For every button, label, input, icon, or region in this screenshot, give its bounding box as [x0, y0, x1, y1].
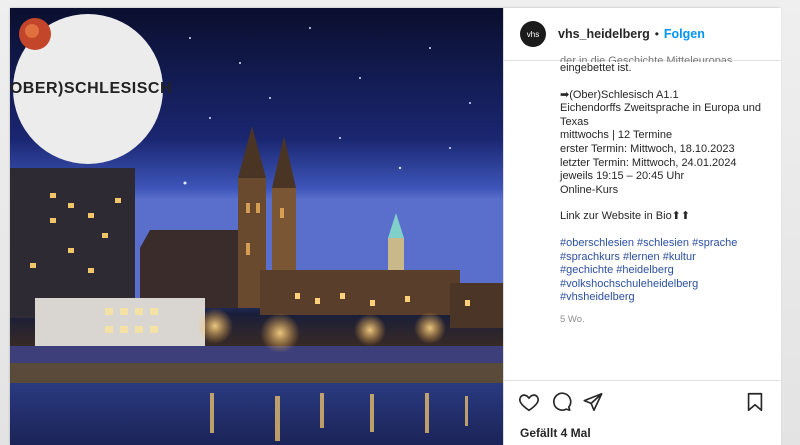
- post-sidebar: vhs vhs_heidelberg • Folgen der in die G…: [503, 8, 781, 445]
- username-link[interactable]: vhs_heidelberg: [558, 27, 650, 41]
- action-bar: [504, 380, 781, 421]
- caption-line: eingebettet ist.: [560, 62, 632, 74]
- heart-icon[interactable]: [518, 391, 540, 413]
- hashtag-line[interactable]: #volkshochschuleheidelberg: [560, 278, 770, 292]
- instagram-post: (OBER)SCHLESISCH vhs vhs_heidelberg • Fo…: [10, 8, 781, 445]
- separator-dot: •: [654, 27, 659, 41]
- course-schedule: mittwochs | 12 Termine: [560, 129, 673, 142]
- hashtag-line[interactable]: #sprachkurs #lernen #kultur: [560, 251, 770, 265]
- course-first-date: erster Termin: Mittwoch, 18.10.2023: [560, 142, 735, 155]
- course-title: ➡(Ober)Schlesisch A1.1: [560, 88, 679, 101]
- hashtag-line[interactable]: #vhsheidelberg: [560, 291, 770, 305]
- caption-truncated-line: der in die Geschichte Mitteleuropas: [560, 55, 733, 62]
- badge-text: (OBER)SCHLESISCH: [10, 80, 173, 97]
- course-subtitle: Eichendorffs Zweitsprache in Europa und …: [560, 102, 761, 128]
- course-time: jeweils 19:15 – 20:45 Uhr: [560, 170, 685, 183]
- hashtag-line[interactable]: #oberschlesien #schlesien #sprache: [560, 237, 770, 251]
- course-mode: Online-Kurs: [560, 183, 619, 196]
- logo-dot: [19, 18, 51, 50]
- post-caption: der in die Geschichte Mitteleuropas eing…: [560, 55, 770, 327]
- follow-button[interactable]: Folgen: [664, 27, 705, 41]
- bio-link-text: Link zur Website in Bio⬆⬆: [560, 210, 691, 223]
- post-age[interactable]: 5 Wo.: [560, 313, 770, 327]
- post-image[interactable]: (OBER)SCHLESISCH: [10, 8, 503, 445]
- course-last-date: letzter Termin: Mittwoch, 24.01.2024: [560, 156, 737, 169]
- share-icon[interactable]: [582, 391, 604, 413]
- bookmark-icon[interactable]: [744, 391, 766, 413]
- avatar[interactable]: vhs: [520, 21, 546, 47]
- hashtag-line[interactable]: #gechichte #heidelberg: [560, 264, 770, 278]
- comment-icon[interactable]: [550, 391, 572, 413]
- likes-count[interactable]: Gefällt 4 Mal: [520, 426, 591, 440]
